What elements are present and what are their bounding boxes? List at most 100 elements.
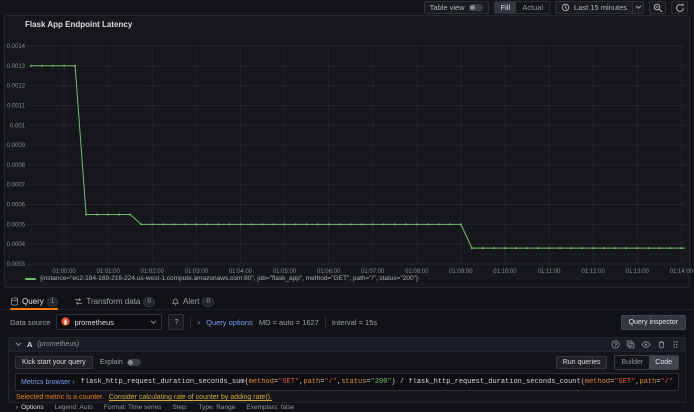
divider <box>190 317 192 327</box>
trash-icon[interactable] <box>657 340 666 349</box>
data-point <box>338 223 341 226</box>
data-point <box>228 223 231 226</box>
time-range-button[interactable]: Last 15 minutes <box>555 1 633 14</box>
data-point <box>184 223 187 226</box>
option-format: Format: Time series <box>103 404 162 411</box>
x-axis-tick-label: 01:12:00 <box>581 269 605 275</box>
query-inspector-button[interactable]: Query inspector <box>620 314 686 330</box>
options-toggle[interactable]: › Options <box>16 404 44 411</box>
eye-icon[interactable] <box>641 340 651 349</box>
query-ref-id: A <box>27 340 33 349</box>
data-point <box>63 64 66 67</box>
y-axis-tick-label: 0.0003 <box>7 262 26 268</box>
data-point <box>85 213 88 216</box>
query-token: "/" <box>324 378 337 386</box>
legend-series-dash <box>25 277 36 280</box>
datasource-help-button[interactable]: ? <box>168 314 185 330</box>
y-axis-tick-label: 0.0012 <box>7 84 26 90</box>
chevron-right-icon: › <box>72 378 75 386</box>
data-point <box>349 223 352 226</box>
table-view-toggle[interactable]: Table view <box>423 1 489 14</box>
option-exemplars: Exemplars: false <box>246 404 295 411</box>
data-point <box>283 223 286 226</box>
data-point <box>592 247 595 250</box>
data-point <box>206 223 209 226</box>
query-options-toggle[interactable]: Query options <box>206 318 253 327</box>
data-point <box>658 247 661 250</box>
duplicate-icon[interactable] <box>626 340 635 349</box>
data-point <box>107 213 110 216</box>
tab-alert-label: Alert <box>183 297 200 306</box>
query-token: "GET" <box>278 378 300 386</box>
data-point <box>272 223 275 226</box>
code-mode-button[interactable]: Code <box>649 356 678 369</box>
chevron-right-icon: › <box>16 404 19 411</box>
tab-transform-count: 0 <box>143 296 155 307</box>
data-point <box>515 247 517 250</box>
query-row-actions <box>611 340 679 349</box>
help-circle-icon[interactable] <box>611 340 620 349</box>
explain-switch[interactable] <box>126 359 141 366</box>
data-point <box>162 223 165 226</box>
table-view-label: Table view <box>429 3 465 12</box>
y-axis-tick-label: 0.0009 <box>7 143 26 149</box>
query-token: status <box>341 378 367 386</box>
grafana-panel-editor: Table view Fill Actual Last 15 minutes F… <box>0 0 694 412</box>
y-axis-tick-label: 0.0006 <box>7 203 26 209</box>
query-warning: Selected metric is a counter. Consider c… <box>9 393 685 402</box>
builder-mode-button[interactable]: Builder <box>615 356 649 369</box>
time-range-caret-button[interactable] <box>633 1 644 14</box>
data-point <box>371 223 374 226</box>
query-token: flask_http_request_duration_seconds_sum <box>80 378 245 386</box>
query-token: method <box>584 378 611 386</box>
tab-query[interactable]: Query 1 <box>10 294 59 310</box>
legend-item[interactable]: {instance="ec2-184-169-216-224.us-west-1… <box>25 275 418 282</box>
chevron-down-icon[interactable] <box>15 342 22 347</box>
chevron-down-icon <box>150 319 157 325</box>
kick-start-query-button[interactable]: Kick start your query <box>15 356 93 369</box>
data-point <box>305 223 308 226</box>
option-type: Type: Range <box>198 404 236 411</box>
tab-transform[interactable]: Transform data 0 <box>74 294 155 309</box>
drag-handle-icon[interactable] <box>672 340 679 349</box>
datasource-select[interactable]: prometheus <box>56 314 163 330</box>
builder-code-toggle: Builder Code <box>614 355 679 370</box>
data-point <box>537 247 539 250</box>
data-point <box>404 223 407 226</box>
data-point <box>393 223 396 226</box>
data-point <box>151 223 154 226</box>
explain-toggle[interactable]: Explain <box>100 359 141 366</box>
time-range-label: Last 15 minutes <box>574 3 627 12</box>
data-point <box>448 223 451 226</box>
prometheus-icon <box>61 316 71 328</box>
data-point <box>680 247 683 250</box>
y-axis-tick-label: 0.0005 <box>7 222 26 228</box>
promql-expression[interactable]: flask_http_request_duration_seconds_sum{… <box>81 378 673 386</box>
data-point <box>437 223 440 226</box>
tab-alert[interactable]: Alert 0 <box>171 294 215 309</box>
bell-icon <box>171 297 180 306</box>
y-axis-tick-label: 0.0004 <box>7 242 26 248</box>
divider <box>324 317 326 327</box>
clock-icon <box>561 3 570 12</box>
data-point <box>504 247 506 250</box>
run-queries-button[interactable]: Run queries <box>555 356 608 369</box>
timeseries-panel[interactable]: Flask App Endpoint Latency 0.0014 0.0013 0… <box>4 15 694 288</box>
editor-tabs: Query 1 Transform data 0 Alert 0 <box>0 294 694 310</box>
data-point <box>415 223 418 226</box>
warning-hint-link[interactable]: Consider calculating rate of counter by … <box>109 394 272 401</box>
y-axis-tick-label: 0.0008 <box>7 163 26 169</box>
time-range-picker: Last 15 minutes <box>555 1 644 14</box>
query-row-header[interactable]: A (prometheus) <box>9 338 685 352</box>
metrics-browser-toggle[interactable]: Metrics browser › <box>21 379 75 386</box>
query-token: "GET" <box>614 378 636 386</box>
query-toolbar-right: Run queries Builder Code <box>555 355 679 370</box>
refresh-button[interactable] <box>671 1 688 14</box>
query-code-editor[interactable]: Metrics browser › flask_http_request_dur… <box>15 373 679 391</box>
fill-button[interactable]: Fill <box>494 2 517 13</box>
database-icon <box>10 297 19 306</box>
zoom-out-button[interactable] <box>649 1 666 14</box>
y-axis-tick-label: 0.0013 <box>7 64 26 70</box>
actual-button[interactable]: Actual <box>516 2 549 13</box>
table-view-switch[interactable] <box>468 4 483 11</box>
